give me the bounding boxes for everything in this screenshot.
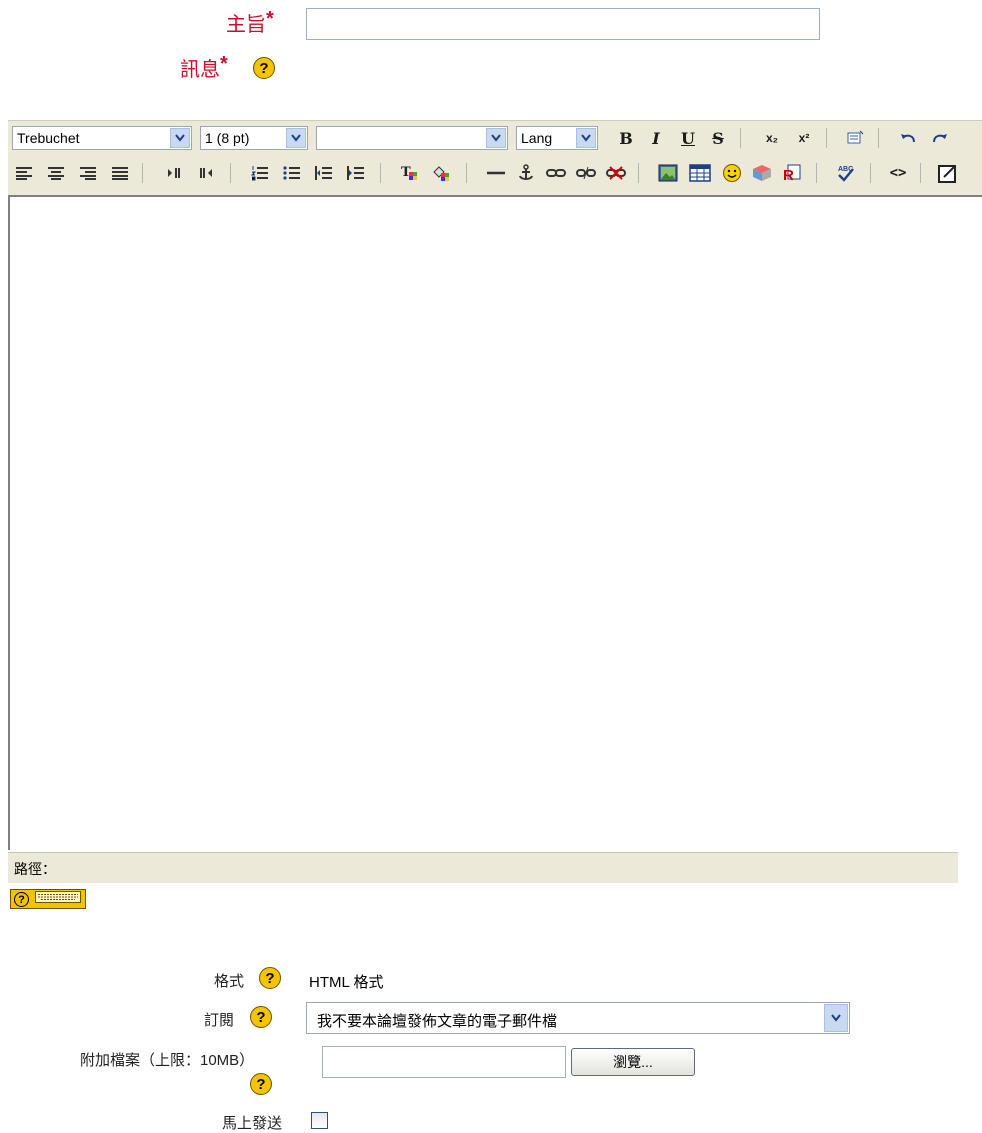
insert-table-icon[interactable] (688, 161, 712, 185)
html-source-button[interactable]: <> (886, 161, 910, 185)
font-size-select[interactable]: 1 (8 pt) (200, 126, 308, 150)
editor-path-bar: 路徑： (8, 852, 958, 883)
insert-media-icon[interactable] (750, 161, 774, 185)
help-icon: ? (14, 891, 29, 907)
superscript-button[interactable]: x² (792, 126, 816, 150)
undo-icon[interactable] (896, 126, 920, 150)
spellcheck-icon[interactable]: ABC (834, 161, 858, 185)
no-link-icon[interactable] (604, 161, 628, 185)
align-left-icon[interactable] (12, 161, 36, 185)
subscription-help-icon[interactable]: ? (250, 1006, 272, 1028)
subscription-select[interactable]: 我不要本論壇發佈文章的電子郵件檔 (306, 1002, 850, 1034)
browse-button-label: 瀏覽... (613, 1054, 653, 1070)
ltr-direction-icon[interactable] (162, 161, 186, 185)
toolbar-separator (142, 163, 143, 183)
svg-text:R: R (783, 167, 794, 183)
redo-icon[interactable] (928, 126, 952, 150)
browse-button[interactable]: 瀏覽... (571, 1048, 695, 1076)
anchor-icon[interactable] (514, 161, 538, 185)
keyboard-icon (35, 890, 81, 908)
message-label: 訊息 (180, 57, 220, 81)
clean-word-icon[interactable] (844, 126, 868, 150)
toolbar-separator (816, 163, 817, 183)
attachment-label: 附加檔案（上限：10MB） (80, 1052, 255, 1069)
toolbar-separator (466, 163, 467, 183)
toolbar-separator (920, 163, 921, 183)
send-now-checkbox[interactable] (311, 1112, 328, 1129)
bold-button[interactable]: B (614, 126, 638, 150)
attachment-help-icon[interactable]: ? (250, 1073, 272, 1095)
toolbar-separator (826, 128, 827, 148)
toolbar-separator (380, 163, 381, 183)
background-color-icon[interactable] (430, 161, 454, 185)
send-now-label: 馬上發送 (222, 1115, 283, 1132)
font-family-select[interactable]: Trebuchet (12, 126, 192, 150)
chevron-down-icon (170, 128, 190, 148)
message-help-icon[interactable]: ? (253, 57, 275, 79)
toolbar-separator (740, 128, 741, 148)
required-star: * (266, 8, 274, 30)
toolbar-separator (638, 163, 639, 183)
underline-button[interactable]: U (676, 126, 700, 150)
justify-icon[interactable] (108, 161, 132, 185)
strikethrough-button[interactable]: S (706, 126, 730, 150)
language-select[interactable]: Lang (516, 126, 598, 150)
italic-button[interactable]: I (644, 126, 668, 150)
chevron-down-icon (576, 128, 596, 148)
editor-content-area[interactable] (8, 195, 982, 850)
toolbar-separator (230, 163, 231, 183)
indent-icon[interactable] (344, 161, 368, 185)
format-value: HTML 格式 (309, 974, 384, 991)
chevron-down-icon (824, 1004, 848, 1032)
subscription-label: 訂閱 (204, 1012, 235, 1029)
text-color-icon[interactable]: T (398, 161, 422, 185)
chevron-down-icon (286, 128, 306, 148)
format-label: 格式 (214, 973, 245, 990)
toolbar-separator (870, 163, 871, 183)
align-center-icon[interactable] (44, 161, 68, 185)
path-label: 路徑： (14, 862, 56, 878)
search-replace-icon[interactable]: R (780, 161, 804, 185)
attachment-file-path-input[interactable] (322, 1046, 566, 1078)
smiley-icon[interactable] (720, 161, 744, 185)
fullscreen-icon[interactable] (936, 161, 960, 185)
toolbar-separator (878, 128, 879, 148)
ordered-list-icon[interactable] (248, 161, 272, 185)
unordered-list-icon[interactable] (280, 161, 304, 185)
keyboard-shortcut-help-button[interactable]: ? (10, 889, 86, 909)
format-help-icon[interactable]: ? (259, 967, 281, 989)
rtl-direction-icon[interactable] (194, 161, 218, 185)
link-icon[interactable] (544, 161, 568, 185)
horizontal-rule-icon[interactable] (484, 161, 508, 185)
align-right-icon[interactable] (76, 161, 100, 185)
subscript-button[interactable]: x₂ (760, 126, 784, 150)
chevron-down-icon (486, 128, 506, 148)
unlink-icon[interactable] (574, 161, 598, 185)
paragraph-style-select[interactable] (316, 126, 508, 150)
editor-toolbar: Trebuchet 1 (8 pt) Lang B I U S x₂ x² T … (8, 120, 982, 195)
subject-label: 主旨 (226, 12, 266, 36)
subject-input[interactable] (306, 8, 820, 40)
insert-image-icon[interactable] (656, 161, 680, 185)
outdent-icon[interactable] (312, 161, 336, 185)
required-star: * (220, 53, 228, 75)
